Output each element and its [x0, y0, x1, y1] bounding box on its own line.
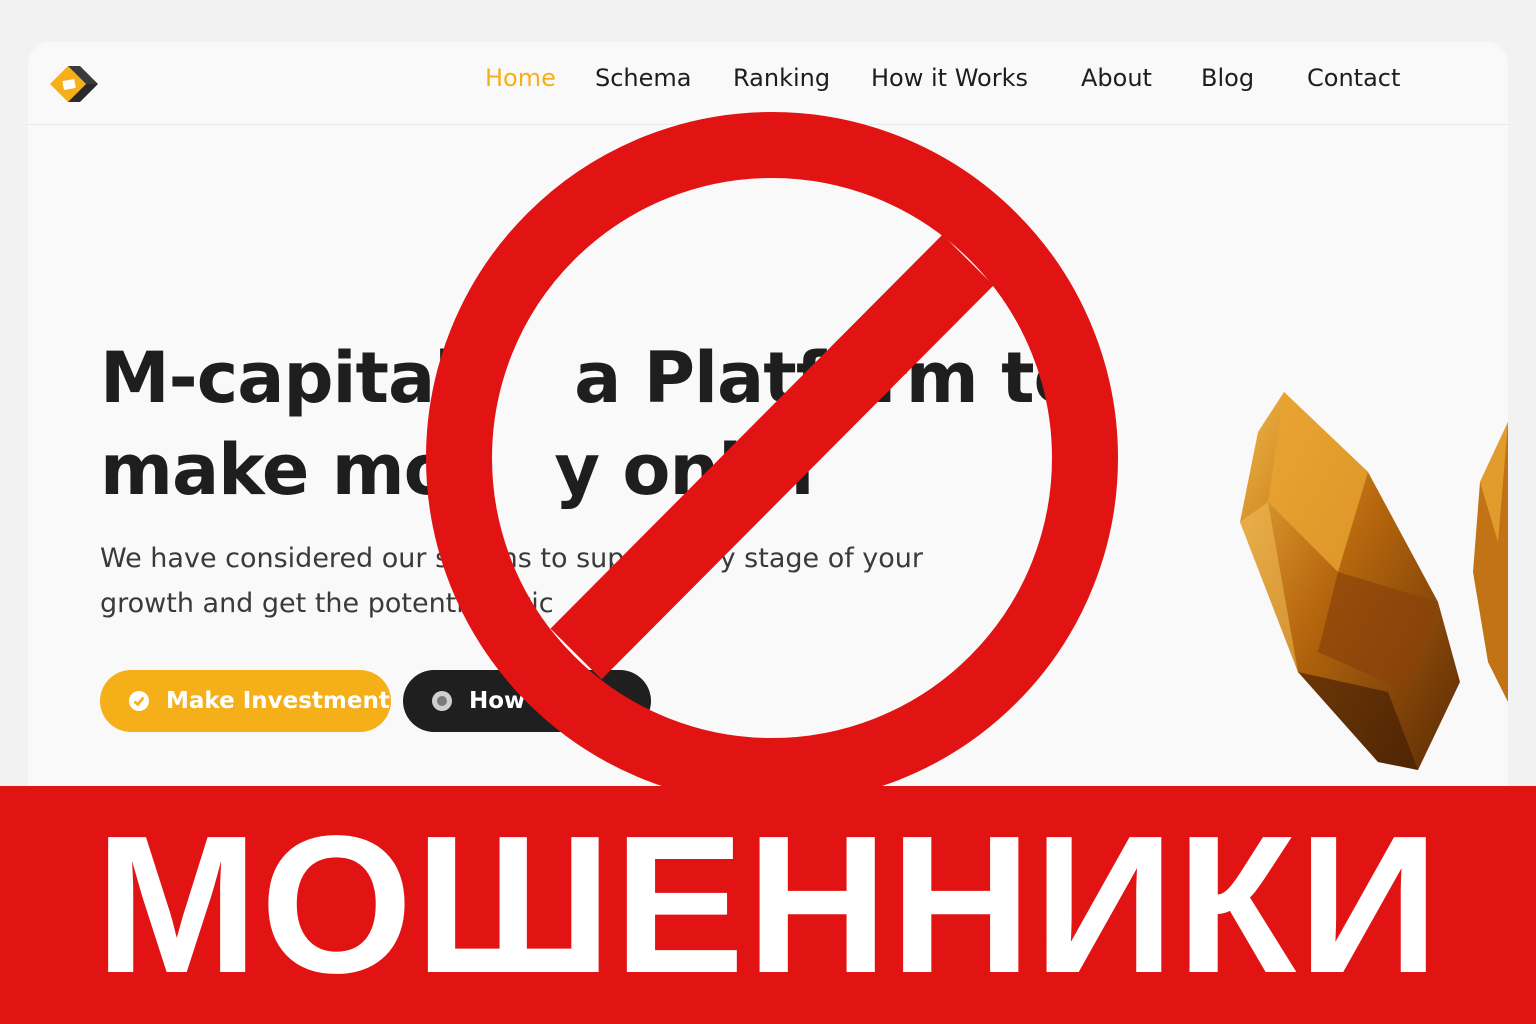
check-circle-icon: [129, 691, 149, 711]
warning-banner-text: МОШЕННИКИ: [95, 795, 1441, 1014]
amber-crystal-edge-image: [1473, 422, 1508, 702]
nav-home[interactable]: Home: [485, 64, 556, 92]
make-investment-button[interactable]: Make Investment: [100, 670, 391, 732]
nav-schema[interactable]: Schema: [595, 64, 692, 92]
warning-banner: МОШЕННИКИ: [0, 786, 1536, 1024]
nav-how-it-works[interactable]: How it Works: [871, 64, 1028, 92]
nav-about[interactable]: About: [1081, 64, 1152, 92]
nav-ranking[interactable]: Ranking: [733, 64, 830, 92]
nav-contact[interactable]: Contact: [1307, 64, 1400, 92]
prohibited-sign-icon: [426, 112, 1118, 802]
amber-crystal-image: [1240, 392, 1460, 770]
make-investment-label: Make Investment: [166, 688, 390, 714]
nav-blog[interactable]: Blog: [1201, 64, 1254, 92]
cube-logo-icon[interactable]: [46, 60, 102, 108]
